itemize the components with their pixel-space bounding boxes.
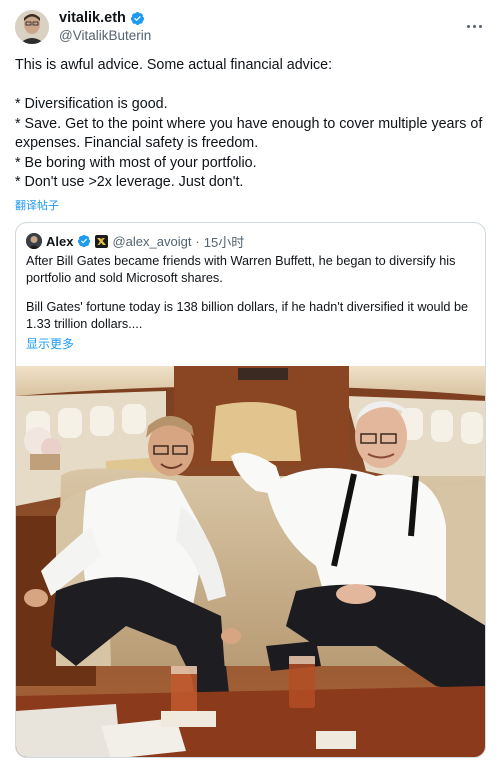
quoted-post-time[interactable]: 15小时 — [204, 232, 244, 251]
verified-badge-icon — [130, 11, 144, 25]
quoted-post[interactable]: Alex @alex_avoigt · 15小时 After Bill Gate… — [15, 222, 486, 758]
affiliate-badge-icon — [95, 234, 109, 248]
post: vitalik.eth @VitalikButerin This is awfu… — [0, 0, 501, 766]
post-body: This is awful advice. Some actual financ… — [15, 56, 495, 193]
jet-cabin-photo — [16, 366, 485, 757]
quoted-post-body: After Bill Gates became friends with War… — [26, 253, 476, 334]
quoted-paragraph-1: After Bill Gates became friends with War… — [26, 254, 456, 286]
verified-badge-icon — [78, 234, 91, 248]
author-avatar[interactable] — [15, 10, 49, 44]
post-header: vitalik.eth @VitalikButerin — [15, 9, 489, 45]
quoted-author-avatar[interactable] — [26, 233, 42, 249]
show-more-link[interactable]: 显示更多 — [26, 335, 74, 352]
translate-post-link[interactable]: 翻译帖子 — [15, 197, 59, 213]
more-horizontal-icon[interactable] — [463, 15, 485, 37]
quoted-author-name[interactable]: Alex — [46, 234, 73, 249]
author-name[interactable]: vitalik.eth — [59, 9, 126, 27]
quoted-post-header: Alex @alex_avoigt · 15小时 — [26, 232, 244, 250]
quoted-post-photo[interactable] — [16, 366, 485, 757]
separator-dot: · — [195, 233, 200, 249]
author-handle[interactable]: @VitalikButerin — [59, 27, 151, 45]
post-text: This is awful advice. Some actual financ… — [15, 57, 483, 190]
quoted-author-handle[interactable]: @alex_avoigt — [112, 234, 191, 249]
author-names: vitalik.eth @VitalikButerin — [59, 9, 151, 45]
quoted-paragraph-2: Bill Gates' fortune today is 138 billion… — [26, 299, 469, 332]
